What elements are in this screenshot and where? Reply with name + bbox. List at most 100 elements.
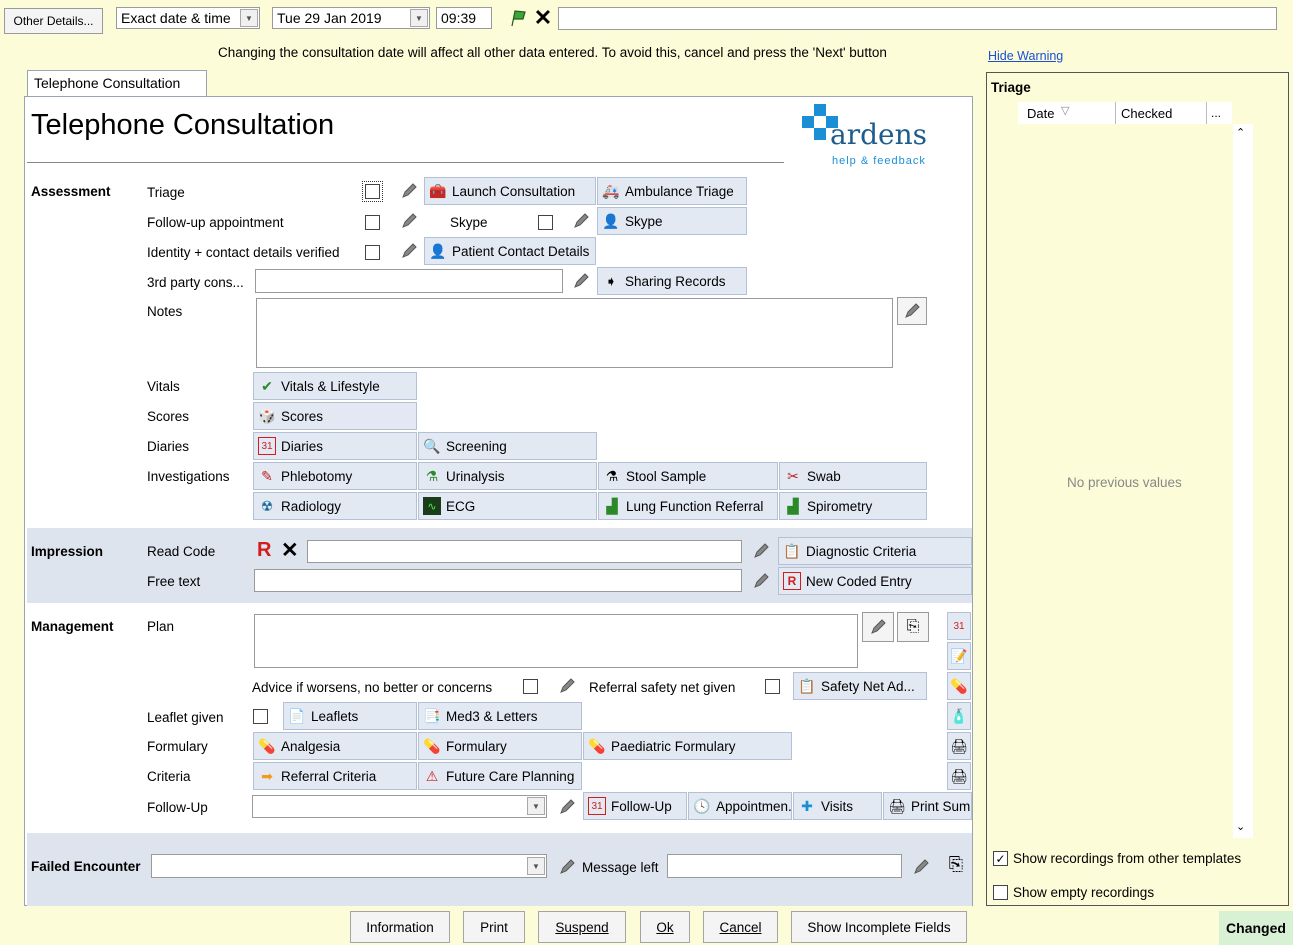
date-mode-select[interactable]: Exact date & time: [116, 7, 260, 29]
ok-button[interactable]: Ok: [640, 911, 690, 943]
tab-telephone-consultation[interactable]: Telephone Consultation: [27, 70, 207, 97]
plan-add-button[interactable]: ⎘: [897, 612, 929, 642]
pencil-icon[interactable]: [750, 539, 772, 563]
referral-criteria-button[interactable]: ➡ Referral Criteria: [253, 762, 417, 790]
flag-icon[interactable]: [507, 7, 529, 29]
show-empty-checkbox[interactable]: [993, 885, 1008, 900]
leaflets-button[interactable]: 📄 Leaflets: [283, 702, 417, 730]
stool-sample-button[interactable]: ⚗ Stool Sample: [598, 462, 778, 490]
diaries-button[interactable]: 31 Diaries: [253, 432, 417, 460]
scroll-up-icon[interactable]: ⌃: [1236, 126, 1245, 139]
third-party-input[interactable]: [255, 269, 563, 293]
show-other-templates-checkbox[interactable]: ✓: [993, 851, 1008, 866]
pill-icon: 💊: [258, 737, 276, 754]
lung-function-referral-button[interactable]: ▟ Lung Function Referral: [598, 492, 778, 520]
triage-label: Triage: [147, 185, 185, 200]
vitals-lifestyle-button[interactable]: ✔ Vitals & Lifestyle: [253, 372, 417, 400]
message-left-input[interactable]: [667, 854, 902, 878]
printer-icon[interactable]: 🖨: [947, 762, 971, 790]
clear-read-code-icon[interactable]: ✕: [281, 538, 303, 562]
information-button[interactable]: Information: [350, 911, 450, 943]
pencil-icon[interactable]: [556, 674, 578, 698]
pencil-icon[interactable]: [556, 795, 578, 819]
paediatric-formulary-button[interactable]: 💊 Paediatric Formulary: [583, 732, 792, 760]
suspend-button[interactable]: Suspend: [538, 911, 626, 943]
visits-button[interactable]: ✚ Visits: [793, 792, 882, 820]
triage-scrollbar[interactable]: [1233, 124, 1253, 838]
scores-button[interactable]: 🎲 Scores: [253, 402, 417, 430]
medicine-bottle-icon[interactable]: 🧴: [947, 702, 971, 730]
diagnostic-criteria-button[interactable]: 📋 Diagnostic Criteria: [778, 537, 972, 565]
more-columns-button[interactable]: ...: [1211, 106, 1221, 120]
top-text-field[interactable]: [558, 7, 1277, 30]
pencil-icon[interactable]: [570, 269, 592, 293]
analgesia-button[interactable]: 💊 Analgesia: [253, 732, 417, 760]
future-care-planning-button[interactable]: ⚠ Future Care Planning: [418, 762, 582, 790]
ardens-logo[interactable]: ardens help & feedback: [800, 104, 935, 172]
pencil-icon[interactable]: [398, 209, 420, 233]
print-button[interactable]: Print: [463, 911, 525, 943]
notes-textarea[interactable]: [256, 298, 893, 368]
failed-encounter-select[interactable]: [151, 854, 547, 878]
leaflet-given-checkbox[interactable]: [253, 709, 268, 724]
read-code-input[interactable]: [307, 540, 742, 563]
formulary-button[interactable]: 💊 Formulary: [418, 732, 582, 760]
printer-icon[interactable]: 🖨: [947, 732, 971, 760]
triage-checkbox[interactable]: [362, 181, 383, 202]
time-field[interactable]: 09:39: [436, 7, 492, 29]
patient-contact-details-button[interactable]: 👤 Patient Contact Details: [424, 237, 596, 265]
skype-checkbox[interactable]: [538, 215, 553, 230]
pencil-icon[interactable]: [570, 209, 592, 233]
scroll-down-icon[interactable]: ⌄: [1236, 820, 1245, 833]
date-mode-dropdown-icon[interactable]: ▼: [240, 9, 258, 27]
identity-checkbox[interactable]: [365, 245, 380, 260]
med3-letters-button[interactable]: 📑 Med3 & Letters: [418, 702, 582, 730]
followup-button[interactable]: 31 Follow-Up: [583, 792, 687, 820]
date-dropdown-icon[interactable]: ▼: [410, 9, 428, 27]
swab-button[interactable]: ✂ Swab: [779, 462, 927, 490]
spirometry-button[interactable]: ▟ Spirometry: [779, 492, 927, 520]
date-column-header[interactable]: Date: [1027, 106, 1054, 121]
show-incomplete-fields-button[interactable]: Show Incomplete Fields: [791, 911, 967, 943]
screening-button[interactable]: 🔍 Screening: [418, 432, 597, 460]
sort-icon[interactable]: ▽: [1061, 104, 1069, 117]
pencil-icon[interactable]: [556, 855, 578, 879]
read-code-icon[interactable]: R: [257, 539, 277, 561]
cancel-button[interactable]: Cancel: [703, 911, 778, 943]
free-text-input[interactable]: [254, 569, 742, 592]
checked-column-header[interactable]: Checked: [1121, 106, 1172, 121]
urinalysis-button[interactable]: ⚗ Urinalysis: [418, 462, 597, 490]
sharing-records-button[interactable]: ➧ Sharing Records: [597, 267, 747, 295]
plan-textarea[interactable]: [254, 614, 858, 668]
print-summary-button[interactable]: 🖨 Print Summ: [883, 792, 972, 820]
clear-date-icon[interactable]: ✕: [532, 7, 554, 29]
pencil-icon[interactable]: [750, 569, 772, 593]
safety-net-button[interactable]: 📋 Safety Net Ad...: [793, 672, 927, 700]
advice-checkbox[interactable]: [523, 679, 538, 694]
launch-consultation-button[interactable]: 🧰 Launch Consultation: [424, 177, 596, 205]
plan-pencil-button[interactable]: [862, 612, 894, 642]
pill-icon[interactable]: 💊: [947, 672, 971, 700]
appointment-button[interactable]: 🕓 Appointmen...: [688, 792, 792, 820]
failed-encounter-dropdown-icon[interactable]: ▼: [527, 857, 545, 875]
pencil-icon[interactable]: [398, 239, 420, 263]
hide-warning-link[interactable]: Hide Warning: [988, 49, 1063, 63]
followup-appointment-checkbox[interactable]: [365, 215, 380, 230]
referral-safety-checkbox[interactable]: [765, 679, 780, 694]
new-coded-entry-button[interactable]: R New Coded Entry: [778, 567, 972, 595]
calendar-icon[interactable]: 31: [947, 612, 971, 640]
notes-pencil-button[interactable]: [897, 297, 927, 325]
notepad-icon[interactable]: 📝: [947, 642, 971, 670]
skype-button[interactable]: 👤 Skype: [597, 207, 747, 235]
date-field[interactable]: Tue 29 Jan 2019: [272, 7, 430, 29]
phlebotomy-button[interactable]: ✎ Phlebotomy: [253, 462, 417, 490]
pencil-icon[interactable]: [910, 855, 932, 879]
radiology-button[interactable]: ☢ Radiology: [253, 492, 417, 520]
followup-select[interactable]: [252, 795, 547, 818]
pencil-icon[interactable]: [398, 179, 420, 203]
ambulance-triage-button[interactable]: 🚑 Ambulance Triage: [597, 177, 747, 205]
ecg-button[interactable]: ∿ ECG: [418, 492, 597, 520]
followup-dropdown-icon[interactable]: ▼: [527, 797, 545, 815]
add-document-icon[interactable]: ⎘: [943, 854, 969, 880]
other-details-button[interactable]: Other Details...: [4, 8, 103, 34]
